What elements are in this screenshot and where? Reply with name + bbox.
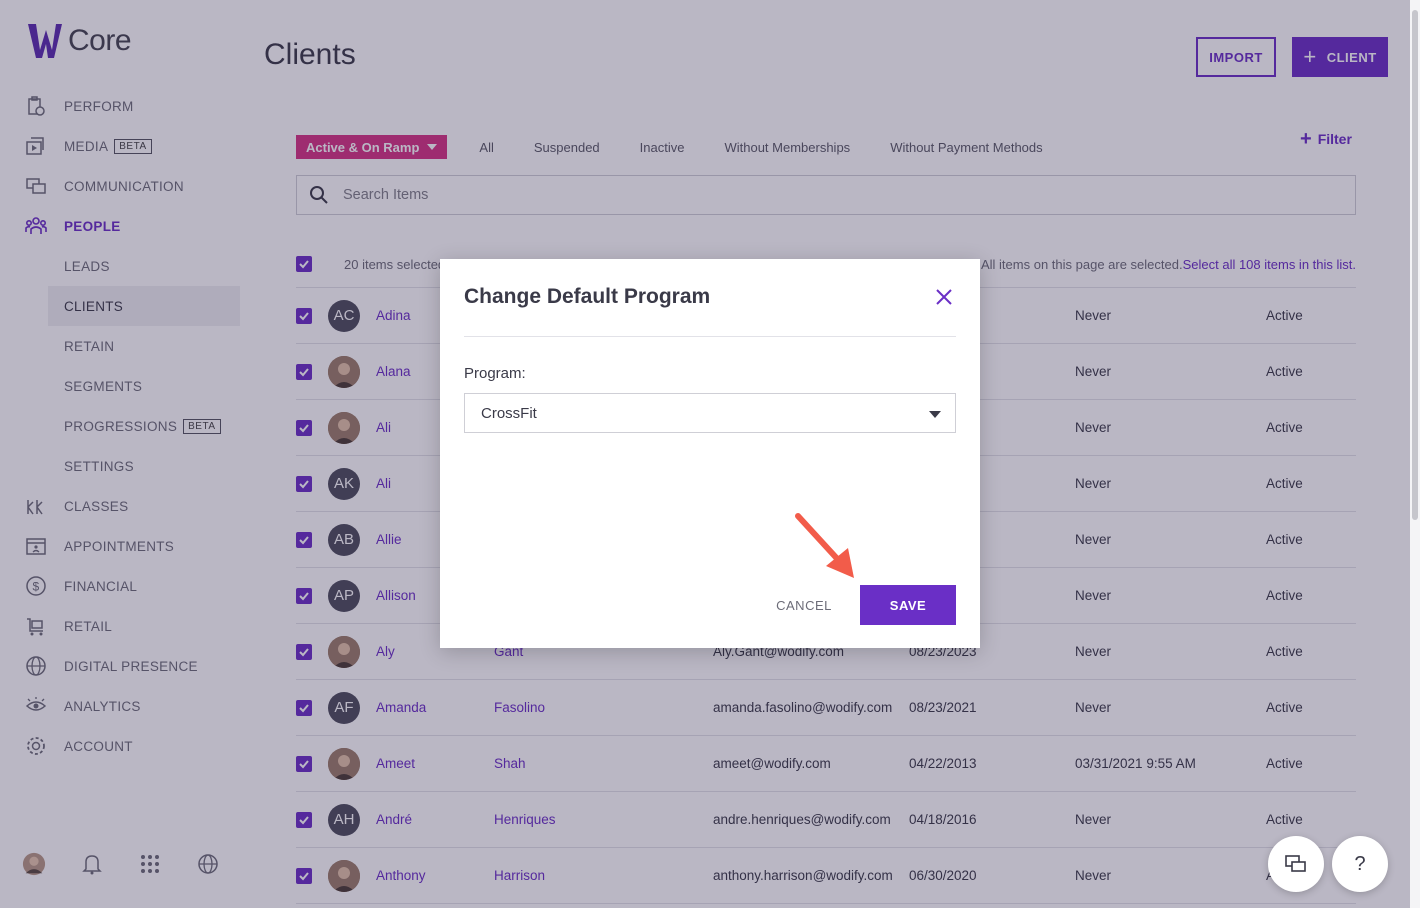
scrollbar[interactable] bbox=[1410, 0, 1420, 908]
scrollbar-thumb[interactable] bbox=[1412, 10, 1418, 520]
program-select-value: CrossFit bbox=[481, 404, 537, 422]
chat-icon bbox=[1285, 855, 1306, 872]
change-default-program-dialog: Change Default Program Program: CrossFit… bbox=[440, 259, 980, 648]
annotation-arrow-icon bbox=[795, 513, 854, 578]
help-icon: ? bbox=[1354, 852, 1366, 875]
program-label: Program: bbox=[464, 365, 526, 382]
chevron-down-icon bbox=[929, 411, 941, 418]
help-fab-button[interactable]: ? bbox=[1332, 836, 1388, 892]
chat-fab-button[interactable] bbox=[1268, 836, 1324, 892]
dialog-divider bbox=[464, 336, 956, 337]
program-select[interactable]: CrossFit bbox=[464, 393, 956, 433]
save-button[interactable]: SAVE bbox=[860, 585, 956, 625]
cancel-button[interactable]: CANCEL bbox=[770, 585, 838, 625]
close-icon[interactable] bbox=[932, 285, 956, 309]
dialog-title: Change Default Program bbox=[464, 285, 711, 308]
